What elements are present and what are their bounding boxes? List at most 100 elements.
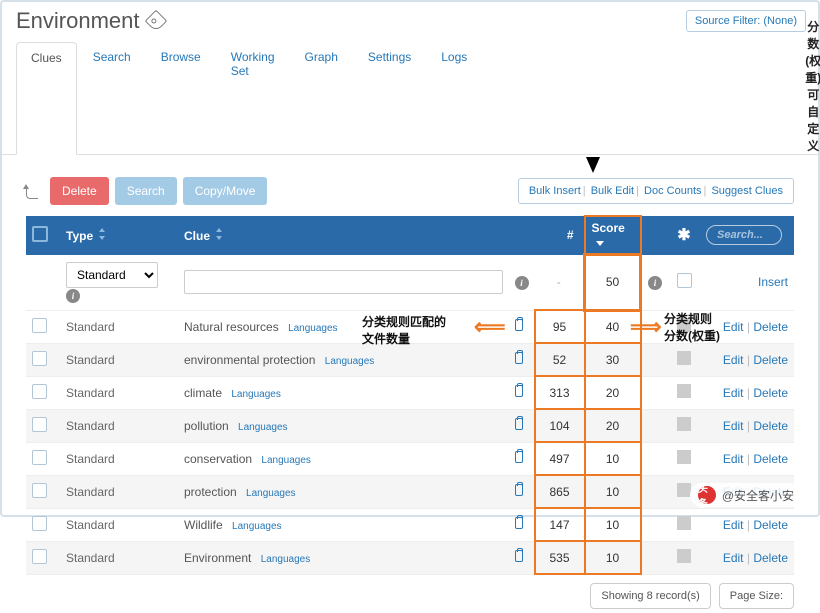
delete-link[interactable]: Delete <box>753 518 788 532</box>
col-type[interactable]: Type <box>60 216 178 255</box>
annotation-score-custom: 分数(权重)可自定义 <box>805 18 820 154</box>
score-value: 10 <box>585 442 641 475</box>
delete-button[interactable]: Delete <box>50 177 109 205</box>
clue-text: protection <box>184 485 237 499</box>
search-button[interactable]: Search <box>115 177 177 205</box>
table-row: Standardclimate Languages31320Edit | Del… <box>26 376 794 409</box>
col-clue[interactable]: Clue <box>178 216 509 255</box>
table-row: StandardNatural resources Languages9540E… <box>26 310 794 343</box>
languages-link[interactable]: Languages <box>325 356 375 367</box>
languages-link[interactable]: Languages <box>246 488 296 499</box>
insert-link[interactable]: Insert <box>758 275 788 289</box>
delete-link[interactable]: Delete <box>753 386 788 400</box>
table-row: Standardenvironmental protection Languag… <box>26 343 794 376</box>
info-icon[interactable]: i <box>648 276 662 290</box>
languages-link[interactable]: Languages <box>261 455 311 466</box>
languages-link[interactable]: Languages <box>238 422 288 433</box>
delete-link[interactable]: Delete <box>753 320 788 334</box>
lock-icon[interactable] <box>515 319 523 331</box>
tab-search[interactable]: Search <box>79 42 145 154</box>
hash-count: 147 <box>535 508 585 541</box>
star-flag[interactable] <box>677 318 691 332</box>
star-flag[interactable] <box>677 384 691 398</box>
tab-clues[interactable]: Clues <box>16 42 77 155</box>
lock-icon[interactable] <box>515 484 523 496</box>
arrow-right-icon: ⟹ <box>630 314 662 340</box>
edit-link[interactable]: Edit <box>723 320 744 334</box>
clue-text: environmental protection <box>184 353 315 367</box>
suggest-clues-link[interactable]: Suggest Clues <box>711 185 783 197</box>
select-all-checkbox[interactable] <box>32 226 48 242</box>
lock-icon[interactable] <box>515 352 523 364</box>
lock-icon[interactable] <box>515 385 523 397</box>
star-flag[interactable] <box>677 516 691 530</box>
source-filter-button[interactable]: Source Filter: (None) <box>686 10 806 32</box>
tab-working-set[interactable]: Working Set <box>217 42 289 154</box>
bulk-edit-link[interactable]: Bulk Edit <box>591 185 634 197</box>
lock-icon[interactable] <box>515 418 523 430</box>
star-flag[interactable] <box>677 483 691 497</box>
info-icon[interactable]: i <box>66 289 80 303</box>
copy-move-button[interactable]: Copy/Move <box>183 177 268 205</box>
edit-link[interactable]: Edit <box>723 419 744 433</box>
row-checkbox[interactable] <box>32 549 47 564</box>
doc-counts-link[interactable]: Doc Counts <box>644 185 701 197</box>
lock-icon[interactable] <box>515 451 523 463</box>
tab-browse[interactable]: Browse <box>147 42 215 154</box>
row-checkbox[interactable] <box>32 417 47 432</box>
languages-link[interactable]: Languages <box>261 554 311 565</box>
info-icon[interactable]: i <box>515 276 529 290</box>
star-flag[interactable] <box>677 549 691 563</box>
delete-link[interactable]: Delete <box>753 353 788 367</box>
sort-desc-icon <box>596 241 604 246</box>
row-checkbox[interactable] <box>32 351 47 366</box>
clue-text: pollution <box>184 419 229 433</box>
star-checkbox[interactable] <box>677 273 692 288</box>
tab-graph[interactable]: Graph <box>291 42 352 154</box>
edit-link[interactable]: Edit <box>723 551 744 565</box>
score-value: 20 <box>585 409 641 442</box>
delete-link[interactable]: Delete <box>753 551 788 565</box>
row-checkbox[interactable] <box>32 384 47 399</box>
search-input[interactable]: Search... <box>706 225 782 245</box>
score-input[interactable]: 50 <box>585 255 641 311</box>
clue-text: Environment <box>184 551 251 565</box>
edit-link[interactable]: Edit <box>723 353 744 367</box>
page-title: Environment <box>16 8 164 34</box>
languages-link[interactable]: Languages <box>231 389 281 400</box>
clue-text: conservation <box>184 452 252 466</box>
tab-settings[interactable]: Settings <box>354 42 425 154</box>
row-checkbox[interactable] <box>32 318 47 333</box>
languages-link[interactable]: Languages <box>232 521 282 532</box>
col-score[interactable]: Score <box>585 216 641 255</box>
tab-logs[interactable]: Logs <box>427 42 481 154</box>
languages-link[interactable]: Languages <box>288 323 338 334</box>
lock-icon[interactable] <box>515 517 523 529</box>
score-value: 10 <box>585 541 641 574</box>
type-select[interactable]: Standard <box>66 262 158 288</box>
row-checkbox[interactable] <box>32 516 47 531</box>
sort-icon <box>97 228 107 240</box>
edit-link[interactable]: Edit <box>723 518 744 532</box>
col-hash[interactable]: # <box>535 216 585 255</box>
type-cell: Standard <box>60 310 178 343</box>
delete-link[interactable]: Delete <box>753 419 788 433</box>
hash-count: 104 <box>535 409 585 442</box>
lock-icon[interactable] <box>515 550 523 562</box>
star-flag[interactable] <box>677 417 691 431</box>
star-flag[interactable] <box>677 351 691 365</box>
clue-input[interactable] <box>184 270 503 294</box>
row-checkbox[interactable] <box>32 450 47 465</box>
edit-link[interactable]: Edit <box>723 386 744 400</box>
bulk-insert-link[interactable]: Bulk Insert <box>529 185 581 197</box>
delete-link[interactable]: Delete <box>753 452 788 466</box>
corner-arrow-icon <box>26 187 38 199</box>
col-star[interactable]: ✱ <box>668 216 700 255</box>
edit-link[interactable]: Edit <box>723 452 744 466</box>
hash-count: 535 <box>535 541 585 574</box>
score-value: 10 <box>585 508 641 541</box>
score-value: 20 <box>585 376 641 409</box>
page-size-button[interactable]: Page Size: <box>719 583 794 609</box>
row-checkbox[interactable] <box>32 483 47 498</box>
star-flag[interactable] <box>677 450 691 464</box>
